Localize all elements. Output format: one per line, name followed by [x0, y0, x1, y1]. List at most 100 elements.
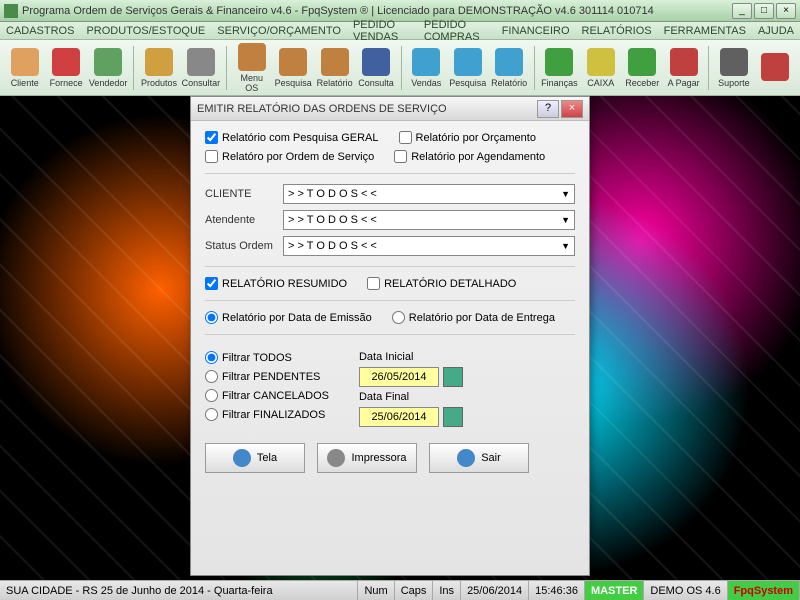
check-detalhado[interactable]: RELATÓRIO DETALHADO	[367, 277, 516, 290]
status-caps: Caps	[395, 581, 434, 600]
toolbar-icon	[187, 48, 215, 76]
check-geral[interactable]: Relatório com Pesquisa GERAL	[205, 131, 379, 144]
toolbar-button[interactable]: CAIXA	[582, 43, 619, 93]
status-system: FpqSystem	[728, 581, 800, 600]
toolbar-icon	[238, 43, 266, 71]
toolbar-icon	[52, 48, 80, 76]
cliente-combo[interactable]: > > T O D O S < <▼	[283, 184, 575, 204]
check-orcamento[interactable]: Relatório por Orçamento	[399, 131, 536, 144]
toolbar-button[interactable]	[757, 43, 794, 93]
menu-item[interactable]: CADASTROS	[6, 25, 74, 37]
toolbar-button[interactable]: Relatório	[316, 43, 353, 93]
menu-item[interactable]: AJUDA	[758, 25, 794, 37]
menu-item[interactable]: FERRAMENTAS	[664, 25, 746, 37]
check-resumido[interactable]: RELATÓRIO RESUMIDO	[205, 277, 347, 290]
toolbar-icon	[94, 48, 122, 76]
toolbar-icon	[454, 48, 482, 76]
radio-filter-cancelados[interactable]: Filtrar CANCELADOS	[205, 389, 329, 402]
data-inicial-input[interactable]: 26/05/2014	[359, 367, 439, 387]
dialog-titlebar: EMITIR RELATÓRIO DAS ORDENS DE SERVIÇO ?…	[191, 97, 589, 121]
menu-item[interactable]: PEDIDO VENDAS	[353, 19, 412, 43]
toolbar-icon	[761, 53, 789, 81]
cliente-label: CLIENTE	[205, 188, 275, 200]
close-button[interactable]: ×	[776, 3, 796, 19]
toolbar-icon	[362, 48, 390, 76]
toolbar-label: Consulta	[358, 78, 394, 88]
dialog-close-button[interactable]: ×	[561, 100, 583, 118]
toolbar-button[interactable]: Consulta	[357, 43, 394, 93]
calendar-icon[interactable]	[443, 407, 463, 427]
toolbar-separator	[133, 46, 134, 90]
toolbar-label: Relatório	[317, 78, 353, 88]
toolbar-button[interactable]: Pesquisa	[449, 43, 486, 93]
calendar-icon[interactable]	[443, 367, 463, 387]
status-demo: DEMO OS 4.6	[644, 581, 727, 600]
minimize-button[interactable]: _	[732, 3, 752, 19]
status-ins: Ins	[433, 581, 461, 600]
dialog-help-button[interactable]: ?	[537, 100, 559, 118]
radio-filter-finalizados[interactable]: Filtrar FINALIZADOS	[205, 408, 329, 421]
toolbar-separator	[401, 46, 402, 90]
status-combo[interactable]: > > T O D O S < <▼	[283, 236, 575, 256]
toolbar-icon	[628, 48, 656, 76]
menu-item[interactable]: FINANCEIRO	[502, 25, 570, 37]
menu-item[interactable]: PEDIDO COMPRAS	[424, 19, 490, 43]
data-inicial-label: Data Inicial	[359, 351, 463, 363]
toolbar-button[interactable]: Consultar	[182, 43, 221, 93]
toolbar-icon	[412, 48, 440, 76]
app-icon	[4, 4, 18, 18]
toolbar-label: CAIXA	[587, 78, 614, 88]
toolbar-separator	[708, 46, 709, 90]
impressora-button[interactable]: Impressora	[317, 443, 417, 473]
toolbar-button[interactable]: Vendedor	[89, 43, 128, 93]
window-title: Programa Ordem de Serviços Gerais & Fina…	[22, 5, 732, 17]
toolbar-button[interactable]: Suporte	[715, 43, 752, 93]
radio-emissao[interactable]: Relatório por Data de Emissão	[205, 311, 372, 324]
check-ordem[interactable]: Relatóro por Ordem de Serviço	[205, 150, 374, 163]
main-window: Programa Ordem de Serviços Gerais & Fina…	[0, 0, 800, 600]
toolbar-button[interactable]: Fornece	[47, 43, 84, 93]
toolbar-icon	[720, 48, 748, 76]
toolbar-button[interactable]: A Pagar	[665, 43, 702, 93]
sair-button[interactable]: Sair	[429, 443, 529, 473]
toolbar-separator	[534, 46, 535, 90]
toolbar-button[interactable]: Menu OS	[233, 43, 270, 93]
status-label: Status Ordem	[205, 240, 275, 252]
tela-button[interactable]: Tela	[205, 443, 305, 473]
toolbar-label: Finanças	[541, 78, 578, 88]
toolbar-label: Receber	[625, 78, 659, 88]
maximize-button[interactable]: □	[754, 3, 774, 19]
toolbar-button[interactable]: Produtos	[140, 43, 177, 93]
menu-item[interactable]: SERVIÇO/ORÇAMENTO	[217, 25, 341, 37]
radio-filter-todos[interactable]: Filtrar TODOS	[205, 351, 329, 364]
chevron-down-icon: ▼	[561, 215, 570, 225]
toolbar-label: Consultar	[182, 78, 221, 88]
radio-entrega[interactable]: Relatório por Data de Entrega	[392, 311, 555, 324]
toolbar-icon	[145, 48, 173, 76]
toolbar-label: Menu OS	[233, 73, 270, 93]
toolbar-button[interactable]: Relatório	[490, 43, 527, 93]
radio-filter-pendentes[interactable]: Filtrar PENDENTES	[205, 370, 329, 383]
toolbar-button[interactable]: Vendas	[408, 43, 445, 93]
toolbar-icon	[321, 48, 349, 76]
menu-item[interactable]: PRODUTOS/ESTOQUE	[86, 25, 205, 37]
toolbar-label: Vendas	[411, 78, 441, 88]
toolbar-label: Pesquisa	[449, 78, 486, 88]
toolbar-button[interactable]: Pesquisa	[274, 43, 311, 93]
data-final-label: Data Final	[359, 391, 463, 403]
toolbar-button[interactable]: Finanças	[541, 43, 578, 93]
menu-item[interactable]: RELATÓRIOS	[582, 25, 652, 37]
status-date: 25/06/2014	[461, 581, 529, 600]
toolbar-button[interactable]: Cliente	[6, 43, 43, 93]
toolbar-label: Vendedor	[89, 78, 128, 88]
statusbar: SUA CIDADE - RS 25 de Junho de 2014 - Qu…	[0, 580, 800, 600]
data-final-input[interactable]: 25/06/2014	[359, 407, 439, 427]
report-dialog: EMITIR RELATÓRIO DAS ORDENS DE SERVIÇO ?…	[190, 96, 590, 576]
atendente-combo[interactable]: > > T O D O S < <▼	[283, 210, 575, 230]
status-city: SUA CIDADE - RS 25 de Junho de 2014 - Qu…	[0, 581, 358, 600]
check-agendamento[interactable]: Relatório por Agendamento	[394, 150, 545, 163]
toolbar-icon	[670, 48, 698, 76]
atendente-label: Atendente	[205, 214, 275, 226]
toolbar-button[interactable]: Receber	[624, 43, 661, 93]
desktop: EMITIR RELATÓRIO DAS ORDENS DE SERVIÇO ?…	[0, 96, 800, 580]
